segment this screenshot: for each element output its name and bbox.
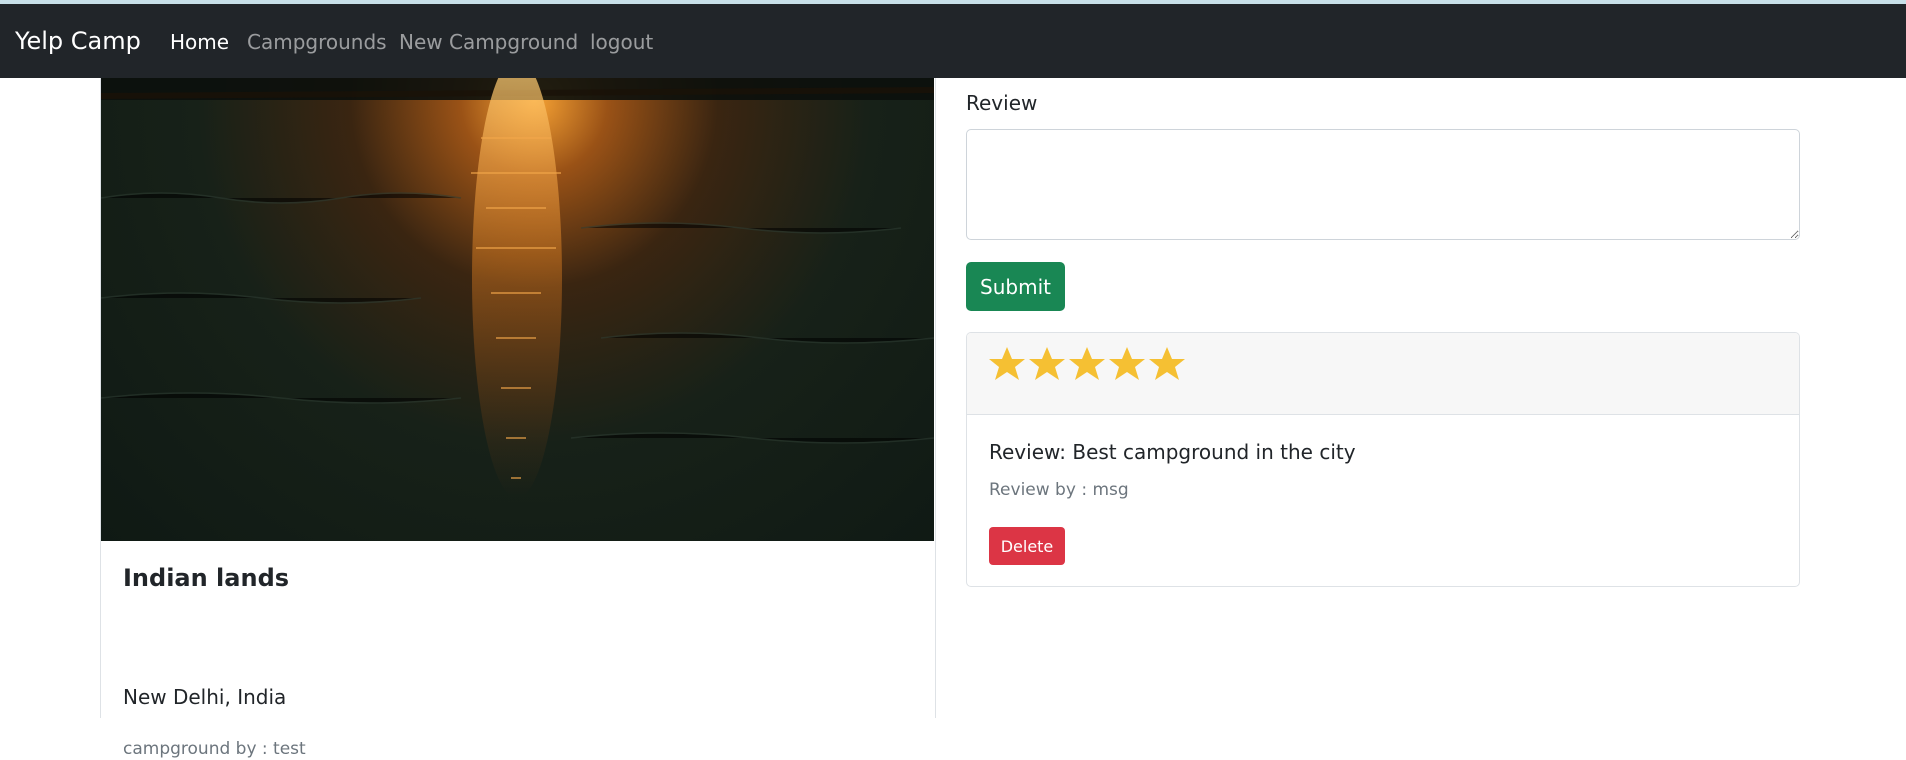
review-card: Review: Best campground in the city Revi…: [966, 332, 1800, 587]
nav-link-logout[interactable]: logout: [590, 29, 653, 55]
star-icon: [989, 347, 1025, 380]
review-text: Review: Best campground in the city: [989, 440, 1356, 464]
nav-link-new-campground[interactable]: New Campground: [399, 29, 578, 55]
review-textarea[interactable]: [966, 129, 1800, 240]
campground-title: Indian lands: [123, 564, 290, 592]
star-icon: [1069, 347, 1105, 380]
nav-link-home[interactable]: Home: [170, 29, 229, 55]
campground-image: [101, 78, 934, 541]
campground-author: campground by : test: [123, 739, 306, 759]
campground-location: New Delhi, India: [123, 685, 287, 709]
review-author: Review by : msg: [989, 480, 1129, 500]
nav-link-campgrounds[interactable]: Campgrounds: [247, 29, 387, 55]
star-icon: [1149, 347, 1185, 380]
navbar: Yelp Camp Home Campgrounds New Campgroun…: [0, 4, 1906, 78]
delete-review-button[interactable]: Delete: [989, 527, 1065, 565]
star-icon: [1029, 347, 1065, 380]
star-icon: [1109, 347, 1145, 380]
review-label: Review: [966, 91, 1038, 115]
star-rating: [988, 345, 1188, 387]
campground-card: Indian lands New Delhi, India campground…: [100, 78, 936, 759]
submit-button[interactable]: Submit: [966, 262, 1065, 311]
navbar-brand[interactable]: Yelp Camp: [15, 26, 141, 56]
review-card-header: [967, 333, 1799, 415]
sunset-water-image: [101, 78, 934, 498]
